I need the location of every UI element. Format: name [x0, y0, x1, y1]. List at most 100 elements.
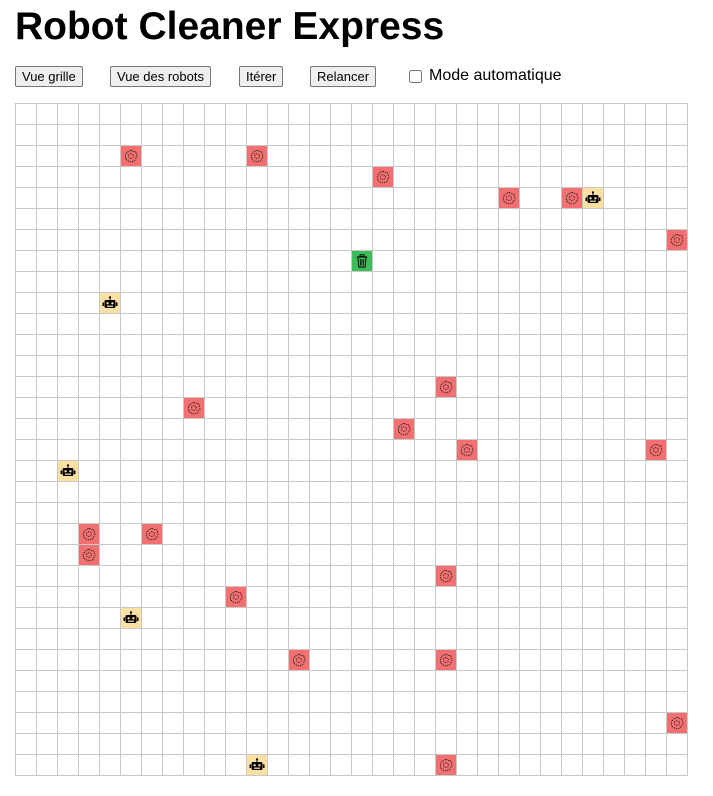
grid-cell[interactable] [457, 482, 478, 503]
grid-cell[interactable] [625, 440, 646, 461]
grid-cell[interactable] [352, 734, 373, 755]
grid-cell[interactable] [583, 650, 604, 671]
grid-cell[interactable] [289, 377, 310, 398]
grid-cell[interactable] [163, 293, 184, 314]
grid-cell[interactable] [415, 545, 436, 566]
grid-cell[interactable] [562, 566, 583, 587]
grid-cell[interactable] [583, 398, 604, 419]
grid-cell[interactable] [541, 419, 562, 440]
grid-cell[interactable] [37, 734, 58, 755]
grid-cell[interactable] [436, 524, 457, 545]
grid-cell[interactable] [499, 125, 520, 146]
grid-cell[interactable] [604, 503, 625, 524]
grid-cell[interactable] [121, 440, 142, 461]
grid-cell[interactable] [562, 251, 583, 272]
grid-cell[interactable] [37, 755, 58, 776]
grid-cell[interactable] [604, 230, 625, 251]
grid-cell[interactable] [625, 419, 646, 440]
grid-cell[interactable] [310, 440, 331, 461]
grid-cell[interactable] [520, 671, 541, 692]
grid-cell[interactable] [478, 587, 499, 608]
grid-cell[interactable] [226, 356, 247, 377]
grid-cell[interactable] [541, 272, 562, 293]
grid-cell[interactable] [373, 566, 394, 587]
grid-cell[interactable] [415, 755, 436, 776]
grid-cell[interactable] [478, 167, 499, 188]
grid-cell[interactable] [163, 230, 184, 251]
grid-cell[interactable] [352, 293, 373, 314]
grid-cell[interactable] [520, 608, 541, 629]
grid-cell[interactable] [247, 482, 268, 503]
grid-cell[interactable] [499, 440, 520, 461]
grid-cell[interactable] [352, 650, 373, 671]
grid-cell[interactable] [331, 230, 352, 251]
grid-cell[interactable] [121, 188, 142, 209]
grid-cell[interactable] [226, 335, 247, 356]
grid-cell[interactable] [436, 419, 457, 440]
grid-cell[interactable] [520, 335, 541, 356]
grid-cell[interactable] [331, 566, 352, 587]
grid-cell[interactable] [58, 545, 79, 566]
grid-cell[interactable] [268, 272, 289, 293]
grid-cell[interactable] [604, 671, 625, 692]
grid-cell[interactable] [394, 440, 415, 461]
grid-cell[interactable] [184, 692, 205, 713]
grid-cell[interactable] [436, 734, 457, 755]
grid-cell[interactable] [79, 503, 100, 524]
grid-cell[interactable] [205, 167, 226, 188]
grid-cell[interactable] [142, 314, 163, 335]
grid-cell[interactable] [394, 713, 415, 734]
grid-cell[interactable] [352, 230, 373, 251]
grid-cell[interactable] [646, 167, 667, 188]
grid-cell[interactable] [520, 398, 541, 419]
grid-cell[interactable] [100, 440, 121, 461]
grid-cell[interactable] [415, 650, 436, 671]
grid-cell[interactable] [625, 293, 646, 314]
grid-cell[interactable] [121, 314, 142, 335]
grid-cell[interactable] [247, 314, 268, 335]
grid-cell[interactable] [436, 146, 457, 167]
grid-cell[interactable] [646, 692, 667, 713]
grid-cell[interactable] [163, 629, 184, 650]
grid-cell[interactable] [625, 398, 646, 419]
grid-cell[interactable] [583, 209, 604, 230]
grid-cell[interactable] [100, 692, 121, 713]
grid-cell[interactable] [184, 524, 205, 545]
grid-cell[interactable] [331, 251, 352, 272]
grid-cell[interactable] [583, 146, 604, 167]
grid-cell[interactable] [121, 650, 142, 671]
grid-cell[interactable] [16, 482, 37, 503]
grid-cell[interactable] [142, 587, 163, 608]
grid-cell[interactable] [373, 419, 394, 440]
grid-cell[interactable] [121, 230, 142, 251]
grid-cell[interactable] [625, 335, 646, 356]
grid-cell[interactable] [625, 566, 646, 587]
grid-cell[interactable] [562, 377, 583, 398]
grid-cell[interactable] [457, 335, 478, 356]
grid-cell[interactable] [205, 671, 226, 692]
grid-cell[interactable] [121, 545, 142, 566]
grid-cell[interactable] [142, 482, 163, 503]
grid-cell[interactable] [16, 209, 37, 230]
grid-cell[interactable] [142, 419, 163, 440]
grid-cell[interactable] [163, 461, 184, 482]
grid-cell[interactable] [289, 755, 310, 776]
grid-cell[interactable] [184, 608, 205, 629]
grid-cell[interactable] [37, 104, 58, 125]
grid-cell[interactable] [163, 209, 184, 230]
grid-cell[interactable] [604, 188, 625, 209]
grid-cell[interactable] [604, 482, 625, 503]
grid-cell[interactable] [289, 608, 310, 629]
grid-cell[interactable] [58, 314, 79, 335]
grid-cell[interactable] [373, 692, 394, 713]
grid-cell[interactable] [247, 335, 268, 356]
grid-cell[interactable] [37, 713, 58, 734]
grid-cell[interactable] [100, 671, 121, 692]
grid-cell[interactable] [436, 293, 457, 314]
grid-cell[interactable] [268, 377, 289, 398]
grid-cell[interactable] [499, 503, 520, 524]
grid-cell[interactable] [415, 713, 436, 734]
grid-cell[interactable] [436, 461, 457, 482]
grid-cell[interactable] [58, 713, 79, 734]
grid-cell[interactable] [16, 398, 37, 419]
